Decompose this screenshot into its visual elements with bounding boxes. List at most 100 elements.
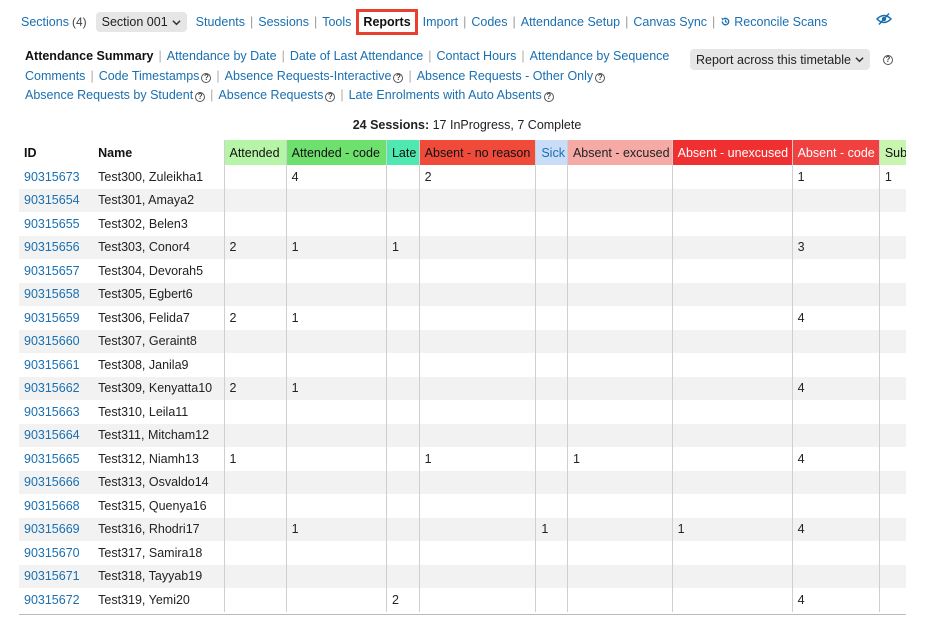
student-id-link[interactable]: 90315656 xyxy=(24,240,80,254)
help-icon[interactable]: ? xyxy=(325,92,336,102)
student-id-link[interactable]: 90315670 xyxy=(24,546,80,560)
code-column-header[interactable]: Absent - no reason xyxy=(418,140,536,165)
report-link-divider: | xyxy=(281,49,285,63)
count-cell xyxy=(223,259,287,283)
id-cell: 90315673 xyxy=(19,165,93,189)
student-id-link[interactable]: 90315662 xyxy=(24,381,80,395)
id-cell: 90315656 xyxy=(19,235,94,259)
nav-reconcile-scans[interactable]: Reconcile Scans xyxy=(717,15,830,29)
count-cell xyxy=(566,282,673,306)
count-cell xyxy=(566,212,673,236)
student-id-link[interactable]: 90315664 xyxy=(24,428,80,442)
table-row: 90315670 Test317, Samira18 xyxy=(19,541,906,565)
nav-sessions[interactable]: Sessions xyxy=(255,15,312,29)
student-id-link[interactable]: 90315663 xyxy=(24,405,80,419)
report-links-line: Absence Requests by Student? | Absence Req… xyxy=(25,86,665,106)
count-cell xyxy=(418,188,536,212)
student-id-link[interactable]: 90315658 xyxy=(24,287,80,301)
reconcile-scans-label: Reconcile Scans xyxy=(734,15,828,29)
student-id-link[interactable]: 90315671 xyxy=(24,569,80,583)
attendance-table-wrapper[interactable]: ID Name Attended Attended - code Late Absen… xyxy=(19,140,906,615)
report-link-attendance-by-date[interactable]: Attendance by Date xyxy=(167,49,277,63)
table-row: 90315664 Test311, Mitcham12 xyxy=(19,423,906,447)
student-id-link[interactable]: 90315659 xyxy=(24,311,80,325)
section-select[interactable]: Section 001 xyxy=(95,12,187,32)
report-link-contact-hours[interactable]: Contact Hours xyxy=(437,49,517,63)
student-name-cell: Test301, Amaya2 xyxy=(93,188,224,212)
report-link-attendance-by-sequence[interactable]: Attendance by Sequence xyxy=(530,49,670,63)
table-header-row: ID Name Attended Attended - code Late Absen… xyxy=(19,140,906,165)
count-cell xyxy=(566,564,673,588)
count-cell xyxy=(535,400,568,424)
report-link-absence-requests-by-student[interactable]: Absence Requests by Student xyxy=(25,88,193,102)
code-column-header[interactable]: Absent - unexcused xyxy=(671,140,793,165)
help-icon[interactable]: ? xyxy=(201,72,212,83)
report-link-absence-requests-interactive[interactable]: Absence Requests-Interactive xyxy=(225,69,392,83)
code-column-header[interactable]: Attended xyxy=(223,140,287,165)
student-id-link[interactable]: 90315655 xyxy=(24,217,80,231)
id-cell: 90315664 xyxy=(19,423,94,447)
table-row: 90315660 Test307, Geraint8 xyxy=(19,329,906,353)
student-id-link[interactable]: 90315660 xyxy=(24,334,80,348)
student-id-link[interactable]: 90315665 xyxy=(24,452,80,466)
report-link-code-timestamps[interactable]: Code Timestamps xyxy=(99,69,200,83)
help-icon[interactable]: ? xyxy=(595,72,606,83)
help-icon[interactable]: ? xyxy=(195,92,206,102)
count-cell xyxy=(791,494,880,518)
count-cell xyxy=(878,188,906,212)
count-cell xyxy=(878,588,906,612)
count-cell: 1 xyxy=(535,517,568,541)
code-column-header[interactable]: Attended - code xyxy=(285,140,387,165)
help-icon[interactable]: ? xyxy=(393,72,404,83)
student-id-link[interactable]: 90315657 xyxy=(24,264,80,278)
timetable-select[interactable]: Report across this timetable xyxy=(690,49,870,70)
nav-students[interactable]: Students xyxy=(193,15,248,29)
count-cell xyxy=(791,423,880,447)
nav-sections[interactable]: Sections (4) xyxy=(18,15,90,29)
student-id-link[interactable]: 90315673 xyxy=(24,170,80,184)
nav-attendance-setup[interactable]: Attendance Setup xyxy=(518,15,623,29)
student-id-link[interactable]: 90315654 xyxy=(24,193,80,207)
nav-codes[interactable]: Codes xyxy=(468,15,510,29)
nav-import[interactable]: Import xyxy=(420,15,461,29)
count-cell xyxy=(535,588,568,612)
table-row: 90315663 Test310, Leila11 xyxy=(19,400,906,424)
count-cell xyxy=(223,588,287,612)
student-name-cell: Test304, Devorah5 xyxy=(98,263,204,278)
help-icon[interactable]: ? xyxy=(543,92,554,102)
help-icon[interactable]: ? xyxy=(883,55,893,65)
count-cell: 1 xyxy=(791,165,880,189)
report-link-comments[interactable]: Comments xyxy=(25,69,85,83)
code-column-header[interactable]: Absent - excused xyxy=(566,140,673,165)
nav-reports[interactable]: Reports xyxy=(356,9,418,35)
count-cell xyxy=(878,541,906,565)
student-id-link[interactable]: 90315672 xyxy=(24,593,80,607)
count-cell xyxy=(671,353,793,377)
report-link-date-of-last-attendance[interactable]: Date of Last Attendance xyxy=(290,49,423,63)
report-link-absence-requests[interactable]: Absence Requests xyxy=(218,88,323,102)
student-id-link[interactable]: 90315661 xyxy=(24,358,80,372)
code-column-header[interactable]: Submission xyxy=(878,140,906,165)
name-column-header[interactable]: Name xyxy=(93,140,224,165)
code-column-header[interactable]: Sick xyxy=(535,140,568,165)
count-cell xyxy=(566,259,673,283)
report-link-late-enrolments-with-auto-absents[interactable]: Late Enrolments with Auto Absents xyxy=(349,88,542,102)
count-cell xyxy=(223,212,287,236)
id-column-header[interactable]: ID xyxy=(19,140,94,165)
report-link-attendance-summary[interactable]: Attendance Summary xyxy=(25,49,154,63)
count-cell xyxy=(535,447,568,471)
nav-canvas-sync[interactable]: Canvas Sync xyxy=(630,15,710,29)
student-id-link[interactable]: 90315666 xyxy=(24,475,80,489)
sessions-status: 17 InProgress, 7 Complete xyxy=(429,118,582,132)
hide-eye-icon[interactable] xyxy=(876,12,892,26)
nav-tools[interactable]: Tools xyxy=(319,15,354,29)
student-name-cell: Test319, Yemi20 xyxy=(98,592,190,607)
count-cell xyxy=(671,212,793,236)
count-cell xyxy=(385,376,420,400)
report-link-absence-requests-other-only[interactable]: Absence Requests - Other Only xyxy=(417,69,593,83)
student-id-link[interactable]: 90315669 xyxy=(24,522,80,536)
code-column-header[interactable]: Absent - code xyxy=(791,140,880,165)
student-id-link[interactable]: 90315668 xyxy=(24,499,80,513)
count-cell: 2 xyxy=(223,235,287,259)
code-column-header[interactable]: Late xyxy=(385,140,420,165)
